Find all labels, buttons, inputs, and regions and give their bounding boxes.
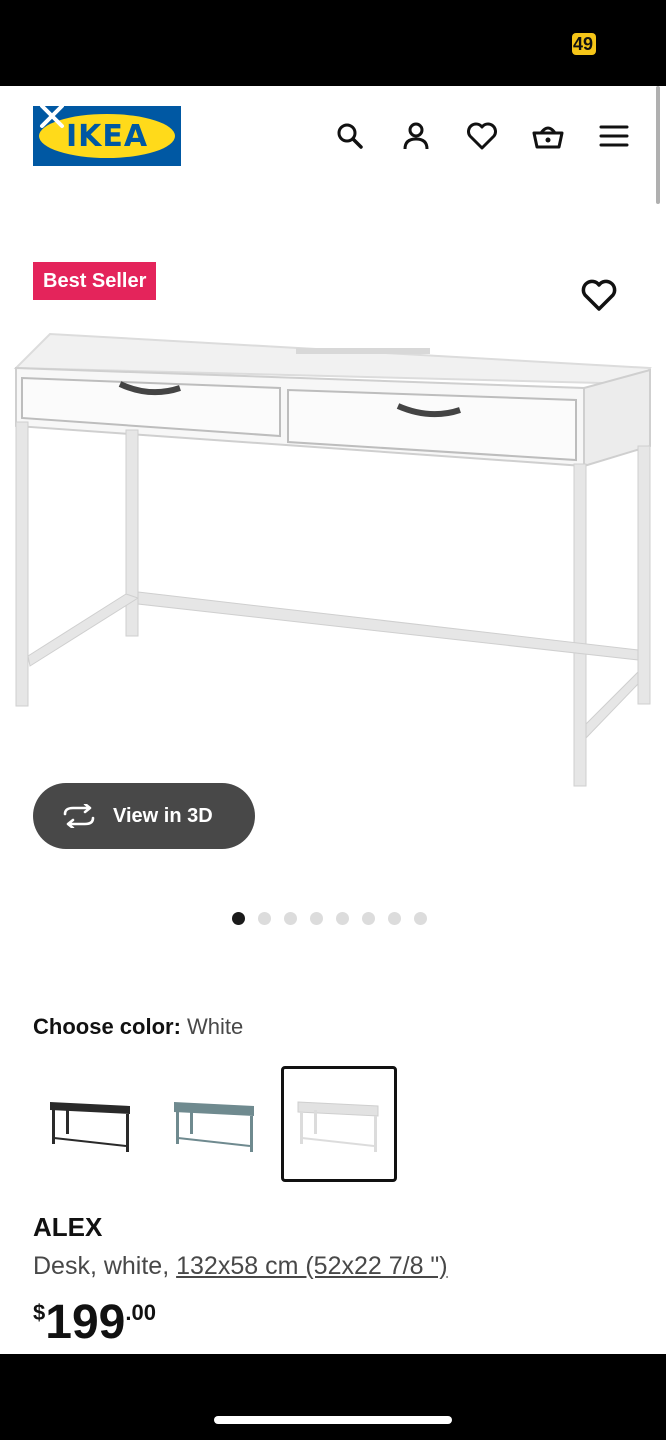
close-icon[interactable] (36, 100, 68, 132)
carousel-dot[interactable] (310, 912, 323, 925)
carousel-dot[interactable] (284, 912, 297, 925)
basket-icon[interactable] (530, 118, 566, 154)
swatch-black[interactable] (33, 1066, 149, 1182)
swatch-blue-gray[interactable] (157, 1066, 273, 1182)
rotate-3d-icon (63, 804, 95, 828)
price-cents: .00 (125, 1300, 156, 1325)
favorite-heart-icon[interactable] (580, 278, 618, 312)
carousel-dot[interactable] (336, 912, 349, 925)
swatch-white[interactable] (281, 1066, 397, 1182)
carousel-dot[interactable] (414, 912, 427, 925)
carousel-dot[interactable] (388, 912, 401, 925)
account-icon[interactable] (398, 118, 434, 154)
best-seller-badge: Best Seller (33, 262, 157, 300)
carousel-dots (232, 912, 427, 925)
search-icon[interactable] (332, 118, 368, 154)
home-indicator[interactable] (214, 1416, 452, 1424)
color-swatches (33, 1066, 397, 1182)
product-price: $ 199 .00 (33, 1294, 156, 1352)
product-image[interactable] (0, 326, 666, 806)
color-chooser-label: Choose color: White (33, 1014, 244, 1039)
view-in-3d-button[interactable]: View in 3D (33, 783, 255, 849)
product-page: IKEA Best Seller View in 3D Choose color… (0, 86, 666, 1354)
dimensions-link[interactable]: 132x58 cm (52x22 7/8 ") (176, 1252, 448, 1280)
carousel-dot[interactable] (232, 912, 245, 925)
header-actions (332, 118, 632, 154)
view-in-3d-label: View in 3D (113, 804, 213, 827)
product-description: Desk, white, 132x58 cm (52x22 7/8 ") (33, 1252, 448, 1280)
selected-color-value: White (187, 1014, 244, 1039)
status-bar: 49 (0, 0, 666, 86)
logo-text: IKEA (65, 118, 149, 154)
heart-icon[interactable] (464, 118, 500, 154)
price-currency: $ (33, 1300, 46, 1325)
carousel-dot[interactable] (362, 912, 375, 925)
product-name: ALEX (33, 1212, 103, 1242)
status-badge: 49 (572, 33, 596, 55)
price-main: 199 (45, 1296, 126, 1349)
carousel-dot[interactable] (258, 912, 271, 925)
scrollbar[interactable] (656, 86, 660, 204)
menu-icon[interactable] (596, 118, 632, 154)
